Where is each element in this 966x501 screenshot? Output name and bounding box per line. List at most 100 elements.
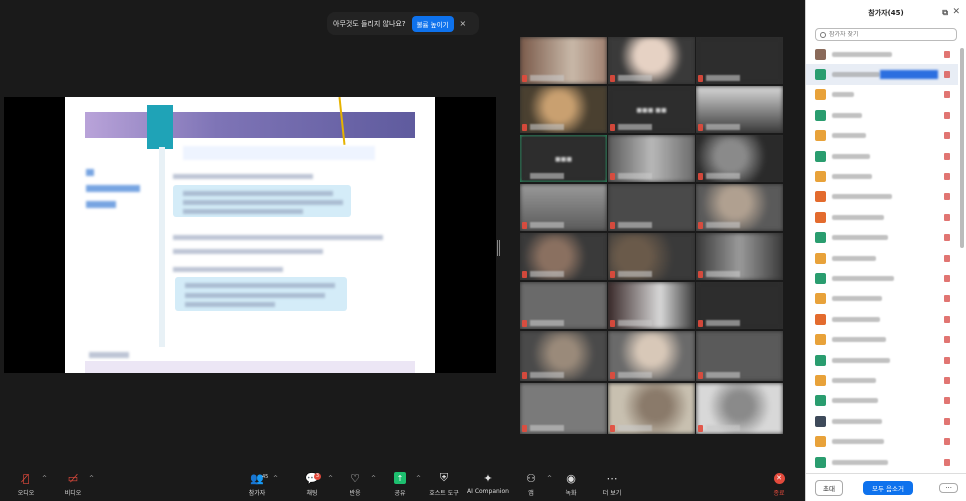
participant-row[interactable] <box>806 350 958 370</box>
audio-check-banner: 아무것도 들리지 않나요? 볼륨 높이기 × <box>327 12 479 35</box>
avatar <box>815 313 826 325</box>
video-tile[interactable] <box>696 135 783 182</box>
participant-row[interactable] <box>806 146 958 166</box>
video-tile[interactable] <box>608 135 695 182</box>
avatar <box>815 69 826 81</box>
participant-name-blurred <box>832 133 866 139</box>
participants-panel: 참가자(45) ⧉ ✕ 초대 모두 음소거 ··· <box>805 0 966 501</box>
raise-volume-button[interactable]: 볼륨 높이기 <box>411 15 454 32</box>
share-button[interactable]: ↑ ^ 공유 <box>377 471 423 497</box>
participant-row[interactable] <box>806 248 958 268</box>
participant-row[interactable] <box>806 126 958 146</box>
video-tile[interactable] <box>696 331 783 381</box>
slide-footer-bar <box>85 361 415 373</box>
video-label: 비디오 <box>64 490 82 497</box>
video-tile[interactable] <box>608 233 695 280</box>
video-tile[interactable] <box>608 37 695 84</box>
video-tile[interactable] <box>520 184 607 231</box>
popout-icon[interactable]: ⧉ <box>942 8 948 18</box>
video-tile[interactable] <box>608 331 695 381</box>
audio-button[interactable]: 🎙̸ ^ 오디오 <box>3 471 49 498</box>
muted-mic-icon <box>944 111 950 119</box>
more-button[interactable]: ⋯ 더 보기 <box>589 471 635 498</box>
video-button[interactable]: ▭̸ ^ 비디오 <box>50 471 96 498</box>
video-tile[interactable] <box>520 331 607 381</box>
muted-mic-icon <box>698 173 703 180</box>
banner-close-icon[interactable]: × <box>460 19 467 28</box>
video-tile[interactable]: ■■■ ■■ <box>608 86 695 133</box>
active-speaker-tile[interactable]: ■■■ <box>520 135 607 182</box>
participant-row[interactable] <box>806 431 958 451</box>
participant-row[interactable] <box>806 411 958 431</box>
video-tile[interactable] <box>520 86 607 133</box>
video-tile[interactable] <box>520 282 607 329</box>
participant-row[interactable] <box>806 85 958 105</box>
video-tile[interactable] <box>520 233 607 280</box>
video-tile[interactable] <box>608 184 695 231</box>
muted-mic-icon <box>698 124 703 131</box>
muted-mic-icon <box>944 132 950 140</box>
participant-row[interactable] <box>806 64 958 85</box>
chevron-up-icon[interactable]: ^ <box>89 475 94 482</box>
audio-label: 오디오 <box>17 490 35 497</box>
avatar <box>815 109 826 121</box>
muted-mic-icon <box>522 124 527 131</box>
avatar <box>815 89 826 101</box>
more-options-button[interactable]: ··· <box>939 482 958 493</box>
muted-mic-icon <box>610 271 615 278</box>
chevron-up-icon[interactable]: ^ <box>273 475 278 482</box>
end-button[interactable]: ✕ 종료 <box>756 471 802 497</box>
record-button[interactable]: ◉ 녹화 <box>548 471 594 498</box>
muted-mic-icon <box>610 222 615 229</box>
search-input[interactable] <box>829 31 949 38</box>
chat-button[interactable]: 💬 3 ^ 채팅 <box>289 471 335 498</box>
ai-companion-button[interactable]: ✦ AI Companion <box>464 471 512 496</box>
participant-row[interactable] <box>806 228 958 248</box>
slide-text-line <box>185 302 275 307</box>
muted-mic-icon <box>944 274 950 282</box>
invite-button[interactable]: 초대 <box>815 479 843 496</box>
participant-row[interactable] <box>806 268 958 288</box>
video-tile[interactable] <box>608 282 695 329</box>
muted-mic-icon <box>944 193 950 201</box>
chevron-up-icon[interactable]: ^ <box>371 475 376 482</box>
video-tile[interactable] <box>696 383 783 434</box>
video-tile[interactable] <box>696 86 783 133</box>
video-tile[interactable] <box>696 184 783 231</box>
participant-row[interactable] <box>806 309 958 329</box>
video-tile[interactable] <box>696 37 783 84</box>
participant-row[interactable] <box>806 370 958 390</box>
participant-row[interactable] <box>806 391 958 411</box>
avatar <box>815 130 826 142</box>
close-icon[interactable]: ✕ <box>952 7 960 17</box>
muted-mic-icon <box>944 91 950 99</box>
participant-name-blurred <box>832 51 892 57</box>
participants-button[interactable]: 👥 45 ^ 참가자 <box>234 471 280 498</box>
host-tools-button[interactable]: ⛨ 호스트 도구 <box>421 471 467 497</box>
participant-row[interactable] <box>806 207 958 227</box>
muted-mic-icon <box>944 376 950 384</box>
participant-row[interactable] <box>806 166 958 186</box>
video-gallery: ■■■ ■■ ■■■ <box>520 37 783 434</box>
participant-row[interactable] <box>806 44 958 64</box>
participant-row[interactable] <box>806 105 958 125</box>
muted-mic-icon <box>610 124 615 131</box>
scrollbar[interactable] <box>960 48 964 248</box>
video-tile[interactable] <box>696 282 783 329</box>
chevron-up-icon[interactable]: ^ <box>42 475 47 482</box>
muted-mic-icon <box>610 75 615 82</box>
react-button[interactable]: ♡ ^ 반응 <box>332 471 378 498</box>
video-tile[interactable] <box>520 383 607 434</box>
participant-row[interactable] <box>806 329 958 349</box>
participant-row[interactable] <box>806 187 958 207</box>
splitter-handle[interactable] <box>497 240 500 256</box>
video-tile[interactable] <box>520 37 607 84</box>
video-tile[interactable] <box>608 383 695 434</box>
participant-row[interactable] <box>806 289 958 309</box>
avatar <box>815 456 826 468</box>
avatar <box>815 395 826 407</box>
video-tile[interactable] <box>696 233 783 280</box>
participant-row[interactable] <box>806 452 958 470</box>
participant-search[interactable] <box>815 28 957 41</box>
mute-all-button[interactable]: 모두 음소거 <box>862 480 913 495</box>
